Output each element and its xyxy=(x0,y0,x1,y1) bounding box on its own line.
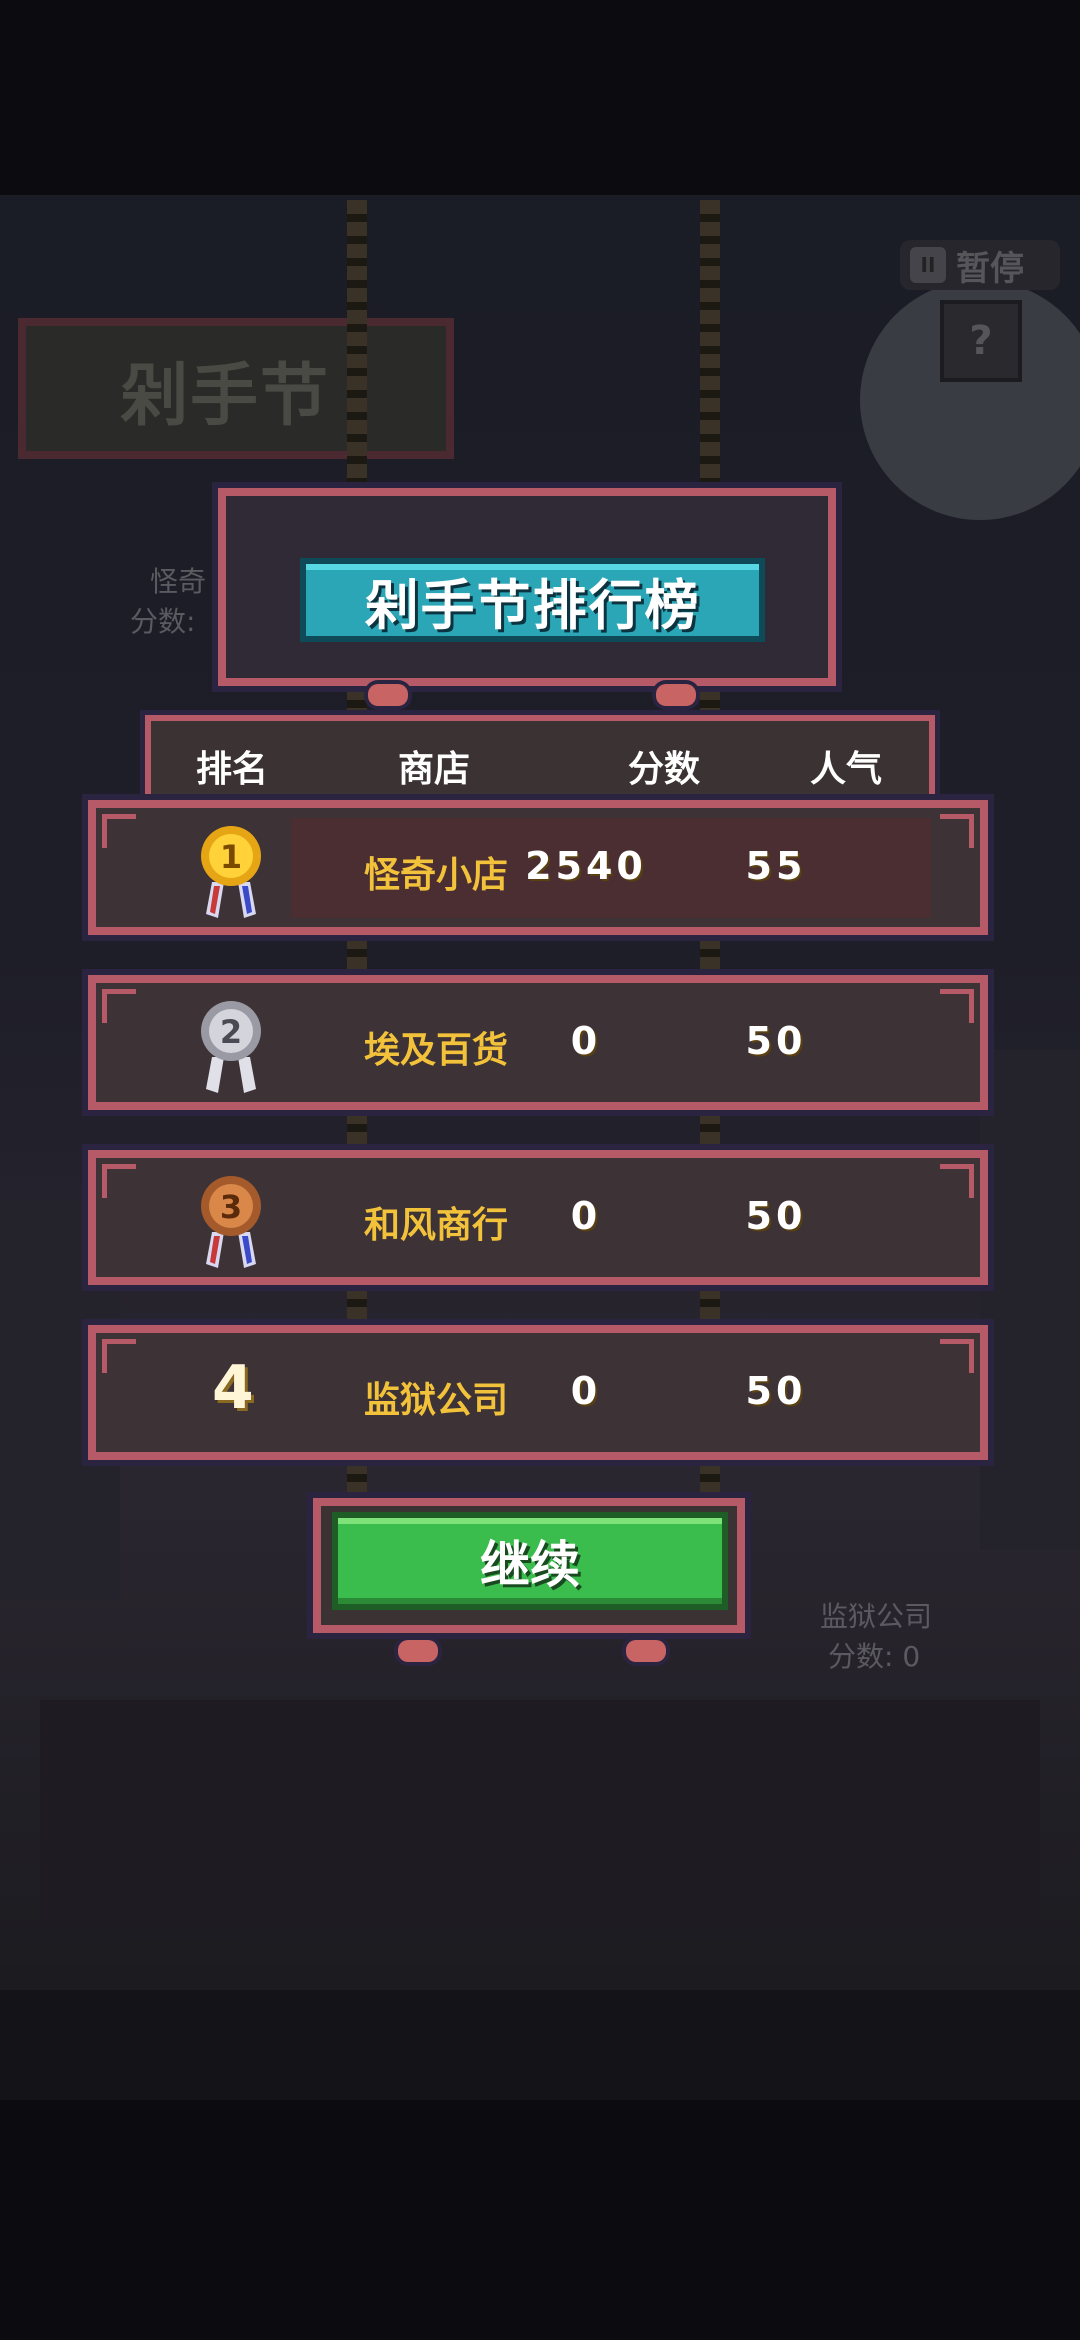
bg-store-score: 分数: xyxy=(130,605,196,638)
leaderboard-row: 2 埃及百货 0 50 xyxy=(88,975,988,1110)
header-popularity: 人气 xyxy=(810,749,883,790)
lantern-icon xyxy=(368,684,408,706)
gold-medal-icon: 1 xyxy=(201,826,261,918)
header-rank: 排名 xyxy=(196,749,269,790)
chain-left-2 xyxy=(347,686,367,716)
medal-rank: 3 xyxy=(220,1188,242,1226)
header-score: 分数 xyxy=(628,749,701,790)
frame-corner xyxy=(102,1164,136,1198)
header-shop: 商店 xyxy=(398,749,471,790)
chain-link xyxy=(700,935,720,975)
rank-number: 4 xyxy=(212,1353,254,1423)
leaderboard-title: 剁手节排行榜 xyxy=(364,573,701,637)
continue-button[interactable]: 继续 xyxy=(332,1512,728,1610)
frame-corner xyxy=(102,1339,136,1373)
help-button[interactable]: ? xyxy=(940,300,1022,382)
chain-link xyxy=(347,935,367,975)
chain-link xyxy=(347,1110,367,1150)
leaderboard-row: 3 和风商行 0 50 xyxy=(88,1150,988,1285)
bronze-medal-icon: 3 xyxy=(201,1176,261,1268)
chain-link xyxy=(700,1110,720,1150)
leaderboard-title-banner: 剁手节排行榜 xyxy=(300,558,765,642)
row-popularity: 50 xyxy=(745,1194,807,1238)
frame-corner xyxy=(940,814,974,848)
medal-rank: 2 xyxy=(220,1013,242,1051)
chain-link xyxy=(347,1285,367,1325)
bg-counter xyxy=(40,1700,1040,1920)
pause-icon: II xyxy=(910,247,946,283)
row-popularity: 50 xyxy=(745,1369,807,1413)
frame-corner xyxy=(102,989,136,1023)
bg-store-name: 怪奇 xyxy=(150,565,207,598)
chain-link xyxy=(700,1285,720,1325)
silver-medal-icon: 2 xyxy=(201,1001,261,1093)
row-popularity: 50 xyxy=(745,1019,807,1063)
pause-button[interactable]: II 暂停 xyxy=(900,240,1060,290)
frame-corner xyxy=(102,814,136,848)
chain-link xyxy=(347,1460,367,1500)
bg-street xyxy=(0,1990,1080,2100)
leaderboard-row: 1 怪奇小店 2540 55 xyxy=(88,800,988,935)
chain-right xyxy=(700,200,720,490)
frame-corner xyxy=(940,1164,974,1198)
bg-shelf-right xyxy=(980,1050,1080,1550)
frame-corner xyxy=(940,1339,974,1373)
chain-link xyxy=(700,1460,720,1500)
pause-label: 暂停 xyxy=(956,248,1024,289)
leaderboard-row: 4 监狱公司 0 50 xyxy=(88,1325,988,1460)
festival-sign-text: 剁手节 xyxy=(120,357,331,436)
bg-store-right-score: 分数: 0 xyxy=(828,1640,921,1673)
continue-label: 继续 xyxy=(480,1536,580,1594)
medal-rank: 1 xyxy=(220,838,242,876)
lantern-icon xyxy=(656,684,696,706)
frame-corner xyxy=(940,989,974,1023)
row-popularity: 55 xyxy=(745,844,807,888)
chain-left xyxy=(347,200,367,490)
bg-store-right-name: 监狱公司 xyxy=(820,1600,933,1633)
chain-right-2 xyxy=(700,686,720,716)
lantern-icon xyxy=(626,1640,666,1662)
lantern-icon xyxy=(398,1640,438,1662)
